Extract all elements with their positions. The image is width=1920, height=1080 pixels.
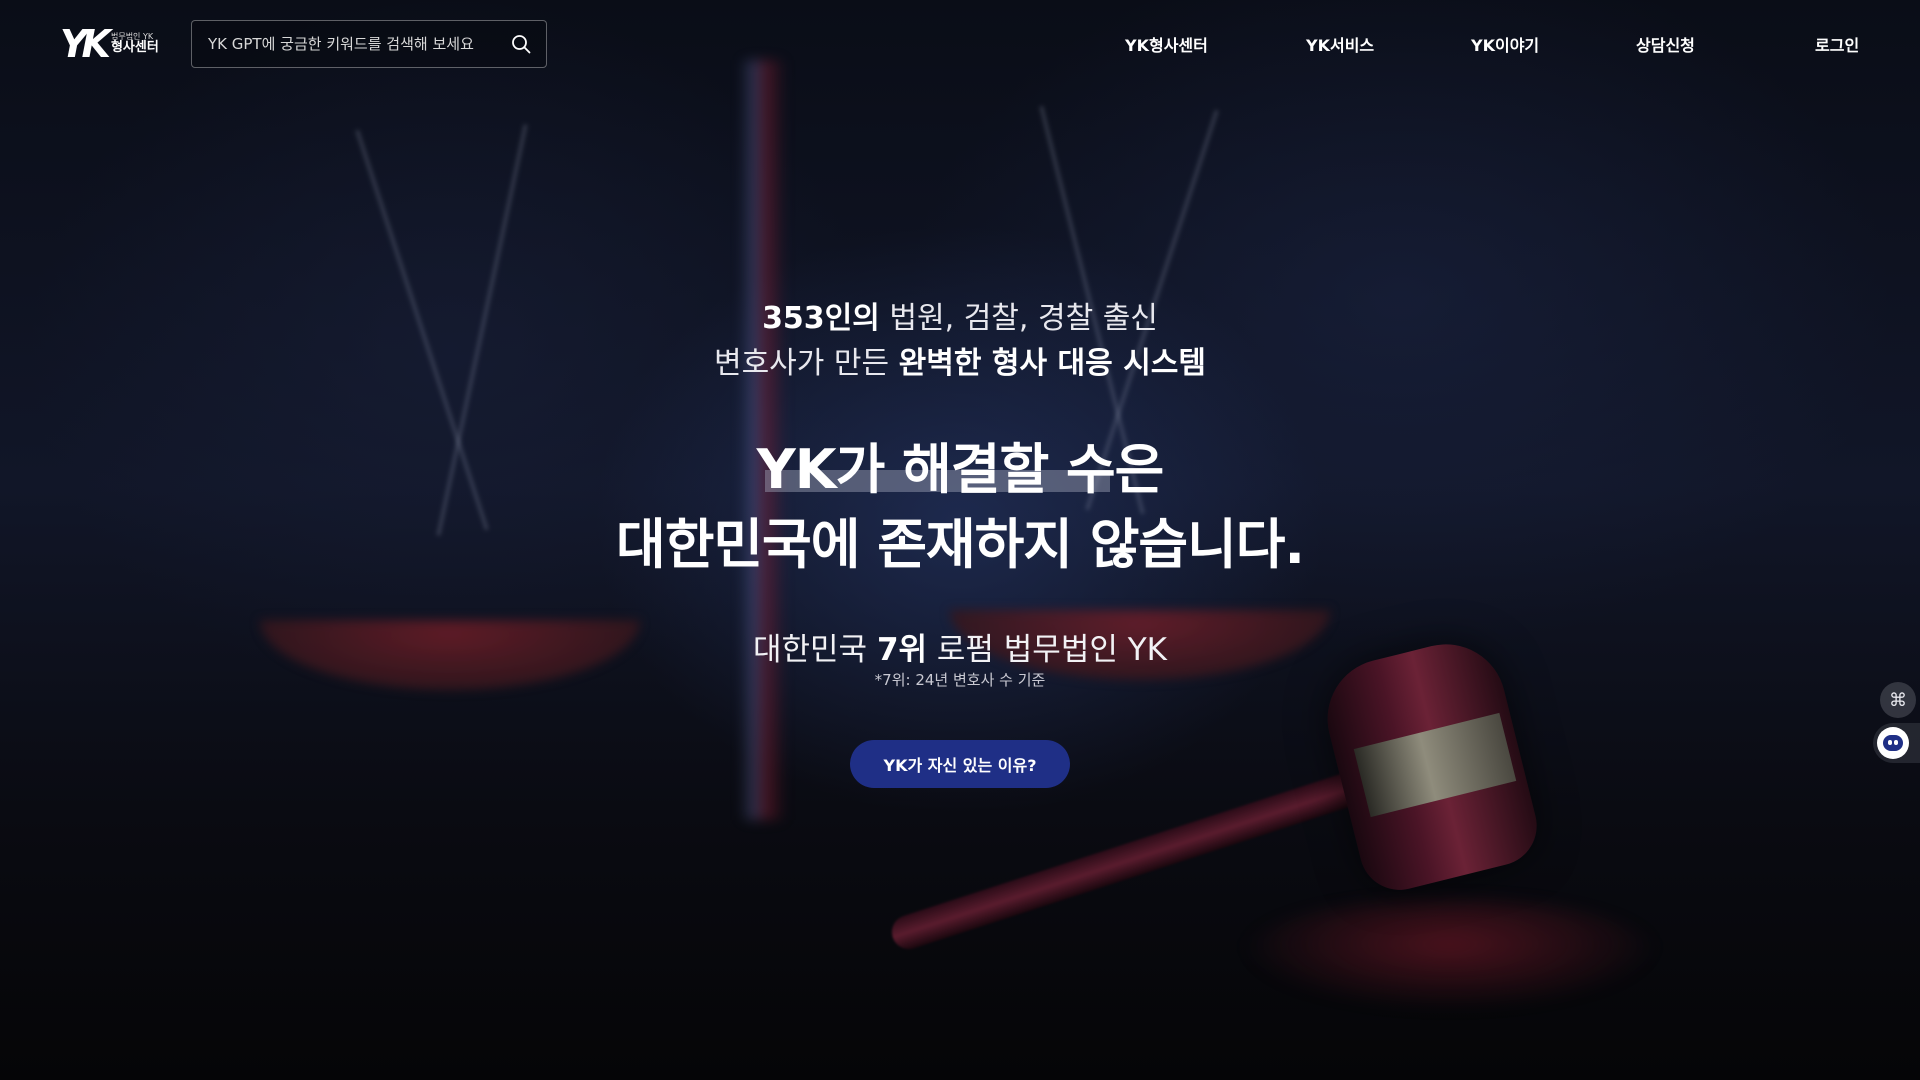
chatbot-face-icon: [1883, 735, 1903, 751]
search-icon[interactable]: [510, 33, 532, 55]
chatbot-icon[interactable]: [1877, 727, 1909, 759]
page: YK 법무법인 YK 형사센터 YK형사센터 YK서비스 YK이야기 상담신청 …: [0, 0, 1920, 1080]
nav-yk-services[interactable]: YK서비스: [1306, 32, 1374, 56]
hero-system-highlight: 완벽한 형사 대응 시스템: [898, 346, 1207, 381]
logo-title: 형사센터: [110, 40, 159, 56]
nav-consultation[interactable]: 상담신청: [1636, 32, 1695, 56]
rank-footnote: *7위: 24년 변호사 수 기준: [874, 671, 1046, 689]
hero-intro-text-2: 변호사가 만든: [713, 346, 899, 381]
gavel-band-decoration: [1353, 712, 1517, 818]
hero-rank: 대한민국 7위 로펌 법무법인 YK: [0, 624, 1920, 669]
hero-intro-line-1: 353인의 법원, 검찰, 경찰 출신: [0, 293, 1920, 337]
logo-text: 법무법인 YK 형사센터: [110, 32, 159, 56]
nav-login[interactable]: 로그인: [1815, 32, 1859, 56]
rank-value: 7위: [876, 632, 928, 668]
hero-intro-text-1: 법원, 검찰, 경찰 출신: [879, 301, 1158, 336]
search-box: [191, 20, 547, 68]
site-logo[interactable]: YK 법무법인 YK 형사센터: [60, 22, 170, 66]
hero-headline-line-2: 대한민국에 존재하지 않습니다.: [616, 513, 1305, 576]
hero-lawyer-count: 353인의: [762, 301, 880, 336]
nav-yk-criminal-center[interactable]: YK형사센터: [1125, 32, 1208, 56]
nav-yk-stories[interactable]: YK이야기: [1471, 32, 1539, 56]
site-header: YK 법무법인 YK 형사센터 YK형사센터 YK서비스 YK이야기 상담신청 …: [0, 0, 1920, 88]
gavel-handle-decoration: [887, 760, 1393, 954]
hero-headline-line-1: YK가 해결할 수은: [756, 438, 1165, 501]
why-yk-button[interactable]: YK가 자신 있는 이유?: [850, 740, 1070, 788]
logo-mark: YK: [60, 22, 111, 66]
search-input[interactable]: [208, 35, 510, 53]
gavel-block-decoration: [1240, 900, 1660, 1010]
hero-intro-line-2: 변호사가 만든 완벽한 형사 대응 시스템: [0, 338, 1920, 382]
rank-prefix: 대한민국: [753, 632, 877, 668]
command-icon[interactable]: ⌘: [1880, 682, 1916, 718]
rank-suffix: 로펌 법무법인 YK: [927, 632, 1167, 668]
